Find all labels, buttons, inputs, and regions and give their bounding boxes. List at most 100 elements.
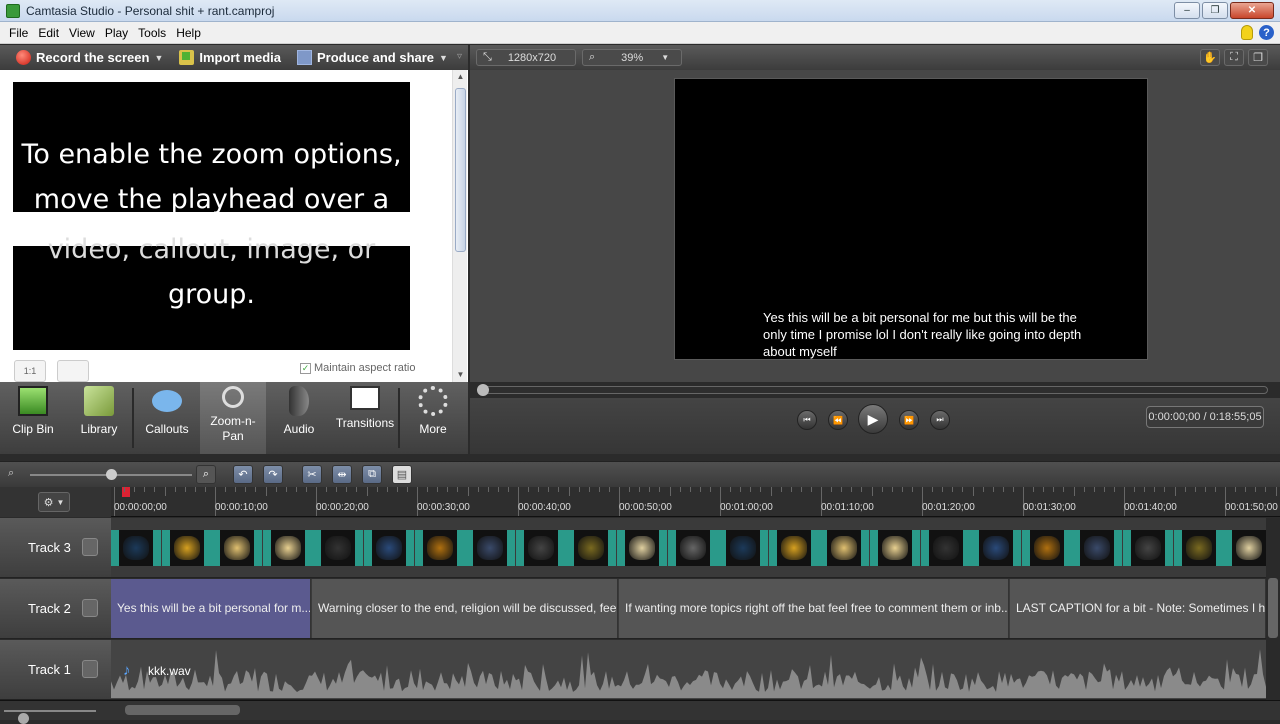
image-clip[interactable] bbox=[111, 530, 161, 566]
tab-clip-bin[interactable]: Clip Bin bbox=[0, 382, 66, 454]
preview-scrubber[interactable] bbox=[477, 384, 1268, 396]
track-height-knob[interactable] bbox=[18, 713, 29, 724]
track-height-slider[interactable] bbox=[4, 710, 96, 724]
redo-button[interactable]: ↷ bbox=[263, 465, 283, 484]
skip-start-button[interactable]: ⏮ bbox=[797, 410, 817, 430]
lightbulb-icon[interactable] bbox=[1241, 25, 1253, 40]
scroll-thumb[interactable] bbox=[1268, 578, 1278, 638]
scroll-up-icon[interactable]: ▲ bbox=[453, 70, 468, 84]
zoom-in-button[interactable]: ⌕ bbox=[196, 465, 216, 484]
zoom-preview[interactable]: To enable the zoom options, move the pla… bbox=[13, 82, 410, 350]
image-clip[interactable] bbox=[1173, 530, 1224, 566]
ruler-minor-tick bbox=[1194, 487, 1196, 492]
timeline-vertical-scrollbar[interactable] bbox=[1266, 518, 1280, 700]
detach-button[interactable]: ❐ bbox=[1248, 49, 1268, 66]
menu-edit[interactable]: Edit bbox=[33, 26, 64, 40]
image-clip[interactable] bbox=[617, 530, 667, 566]
track-1-header[interactable]: Track 1 bbox=[0, 640, 111, 700]
lock-icon[interactable] bbox=[82, 538, 98, 556]
image-clip[interactable] bbox=[364, 530, 414, 566]
image-clip[interactable] bbox=[515, 530, 566, 566]
tab-audio[interactable]: Audio bbox=[266, 382, 332, 454]
split-button[interactable]: ⇹ bbox=[332, 465, 352, 484]
caption-clip[interactable]: Warning closer to the end, religion will… bbox=[312, 579, 618, 638]
track-1-lane[interactable]: ♪ kkk.wav bbox=[111, 640, 1266, 700]
zoom-out-icon[interactable]: ⌕ bbox=[8, 467, 14, 480]
track-2-lane[interactable]: Yes this will be a bit personal for m...… bbox=[111, 579, 1266, 639]
image-clip[interactable] bbox=[819, 530, 870, 566]
toolbar-overflow-icon[interactable]: ▿ bbox=[457, 51, 462, 62]
image-clip[interactable] bbox=[718, 530, 769, 566]
track-options-button[interactable]: ⚙ ▼ bbox=[38, 492, 70, 512]
image-clip[interactable] bbox=[768, 530, 819, 566]
maintain-aspect-checkbox[interactable]: ✓ Maintain aspect ratio bbox=[300, 362, 416, 374]
scroll-thumb[interactable] bbox=[455, 88, 466, 252]
video-canvas[interactable]: Yes this will be a bit personal for me b… bbox=[674, 78, 1148, 360]
cut-button[interactable]: ✂ bbox=[302, 465, 322, 484]
lock-icon[interactable] bbox=[82, 599, 98, 617]
tab-callouts[interactable]: Callouts bbox=[134, 382, 200, 454]
image-clip[interactable] bbox=[1123, 530, 1173, 566]
copy-button[interactable]: ⧉ bbox=[362, 465, 382, 484]
record-screen-button[interactable]: Record the screen ▼ bbox=[16, 50, 163, 65]
menu-tools[interactable]: Tools bbox=[133, 26, 171, 40]
import-media-button[interactable]: Import media bbox=[179, 50, 281, 65]
image-clip[interactable] bbox=[161, 530, 212, 566]
timeline-horizontal-scrollbar[interactable] bbox=[0, 700, 1280, 724]
scroll-down-icon[interactable]: ▼ bbox=[453, 368, 468, 382]
zoom-slider-knob[interactable] bbox=[106, 469, 117, 480]
track-3-header[interactable]: Track 3 bbox=[0, 518, 111, 578]
tab-transitions[interactable]: Transitions bbox=[332, 382, 398, 454]
timeline-zoom-slider[interactable] bbox=[30, 469, 192, 480]
zoom-1-to-1-button[interactable]: 1:1 bbox=[14, 360, 46, 382]
image-clip[interactable] bbox=[920, 530, 971, 566]
caption-clip[interactable]: Yes this will be a bit personal for m... bbox=[111, 579, 311, 638]
left-panel-scrollbar[interactable]: ▲ ▼ bbox=[452, 70, 467, 382]
tab-more[interactable]: More bbox=[400, 382, 466, 454]
timeline-ruler[interactable]: 00:00:00;00 00:00:10;00 00:00:20;00 00:00:3… bbox=[111, 487, 1280, 517]
lock-icon[interactable] bbox=[82, 660, 98, 678]
image-clip[interactable] bbox=[566, 530, 617, 566]
menu-play[interactable]: Play bbox=[100, 26, 133, 40]
track-3-lane[interactable] bbox=[111, 518, 1266, 578]
caption-clip[interactable]: LAST CAPTION for a bit - Note: Sometimes… bbox=[1010, 579, 1266, 638]
task-tabs: Clip Bin Library Callouts Zoom-n-Pan Aud… bbox=[0, 382, 468, 454]
track-2-header[interactable]: Track 2 bbox=[0, 579, 111, 639]
menu-view[interactable]: View bbox=[64, 26, 100, 40]
dimensions-dropdown[interactable]: ⤡ 1280x720 bbox=[476, 49, 576, 66]
paste-button[interactable]: ▤ bbox=[392, 465, 412, 484]
image-clip[interactable] bbox=[1224, 530, 1266, 566]
image-clip[interactable] bbox=[667, 530, 718, 566]
play-button[interactable]: ▶ bbox=[858, 404, 888, 434]
minimize-button[interactable]: – bbox=[1174, 2, 1200, 19]
zoom-dropdown[interactable]: ⌕ 39% ▼ bbox=[582, 49, 682, 66]
image-clip[interactable] bbox=[212, 530, 263, 566]
image-clip[interactable] bbox=[1021, 530, 1072, 566]
menu-file[interactable]: File bbox=[4, 26, 33, 40]
undo-button[interactable]: ↶ bbox=[233, 465, 253, 484]
tab-library[interactable]: Library bbox=[66, 382, 132, 454]
image-clip[interactable] bbox=[313, 530, 364, 566]
image-clip[interactable] bbox=[262, 530, 313, 566]
image-clip[interactable] bbox=[870, 530, 920, 566]
rewind-button[interactable]: ⏪ bbox=[828, 410, 848, 430]
image-clip[interactable] bbox=[414, 530, 465, 566]
close-button[interactable]: ✕ bbox=[1230, 2, 1274, 19]
menu-help[interactable]: Help bbox=[171, 26, 206, 40]
film-icon bbox=[18, 386, 48, 416]
help-icon[interactable]: ? bbox=[1259, 25, 1274, 40]
fast-forward-button[interactable]: ⏩ bbox=[899, 410, 919, 430]
scrubber-knob[interactable] bbox=[477, 384, 489, 396]
image-clip[interactable] bbox=[465, 530, 516, 566]
image-clip[interactable] bbox=[1072, 530, 1123, 566]
skip-end-button[interactable]: ⏭ bbox=[930, 410, 950, 430]
zoom-fit-button[interactable] bbox=[57, 360, 89, 382]
tab-zoom-n-pan[interactable]: Zoom-n-Pan bbox=[200, 382, 266, 454]
fullscreen-button[interactable]: ⛶ bbox=[1224, 49, 1244, 66]
maximize-button[interactable]: ❐ bbox=[1202, 2, 1228, 19]
produce-share-button[interactable]: Produce and share ▼ bbox=[296, 50, 448, 65]
scroll-thumb[interactable] bbox=[125, 705, 240, 715]
pan-hand-button[interactable]: ✋ bbox=[1200, 49, 1220, 66]
image-clip[interactable] bbox=[971, 530, 1022, 566]
caption-clip[interactable]: If wanting more topics right off the bat… bbox=[619, 579, 1009, 638]
